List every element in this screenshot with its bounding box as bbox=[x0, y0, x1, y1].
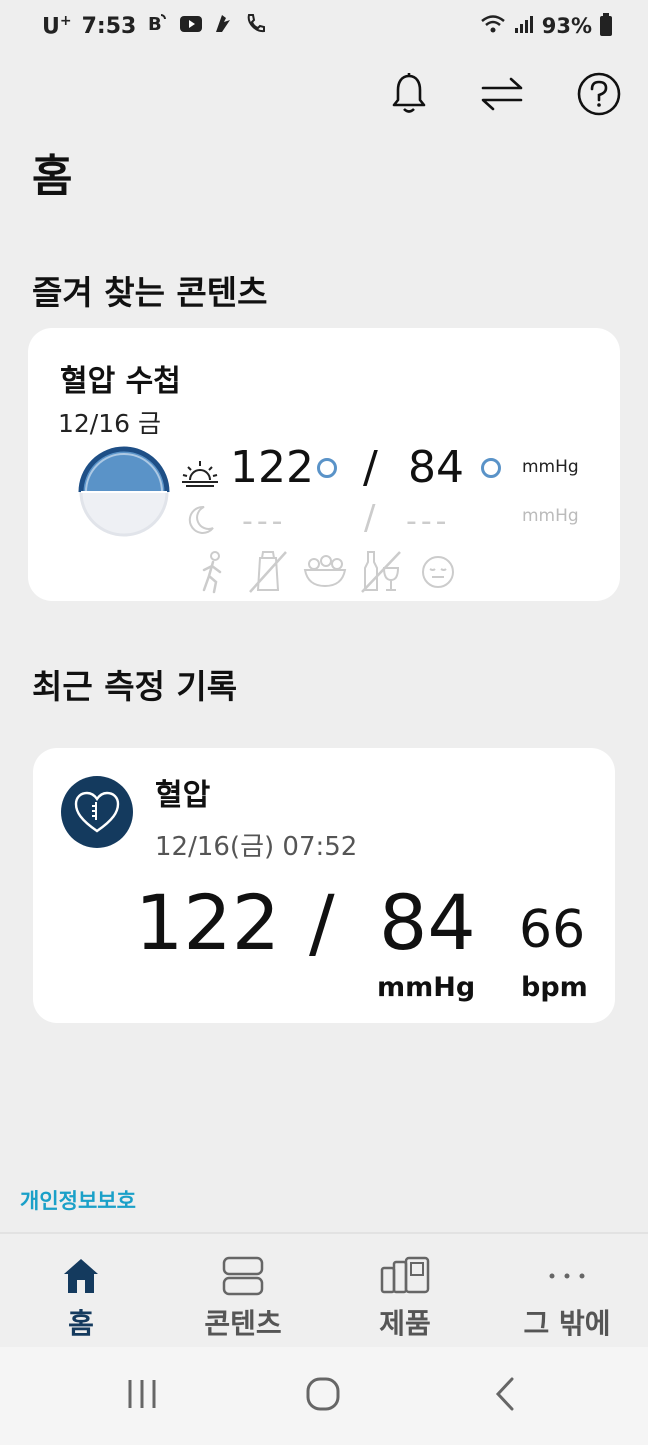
products-icon bbox=[380, 1254, 430, 1298]
recent-systolic: 122 bbox=[135, 878, 281, 967]
no-salt-icon bbox=[246, 548, 290, 598]
signal-icon bbox=[514, 14, 534, 39]
home-circle-icon bbox=[306, 1377, 340, 1411]
food-icon bbox=[302, 552, 348, 596]
sync-icon bbox=[481, 77, 523, 111]
battery-text: 93% bbox=[541, 14, 592, 38]
moon-icon bbox=[186, 504, 216, 540]
recent-apps-button[interactable] bbox=[126, 1377, 158, 1415]
no-alcohol-icon bbox=[358, 548, 404, 598]
privacy-link[interactable]: 개인정보보호 bbox=[20, 1185, 136, 1215]
system-navigation-bar bbox=[0, 1347, 648, 1445]
help-icon bbox=[577, 72, 621, 116]
recent-separator: / bbox=[309, 878, 335, 967]
bottom-navigation: 홈 콘텐츠 제품 그 밖에 bbox=[0, 1232, 648, 1347]
evening-systolic: --- bbox=[242, 504, 287, 539]
bp-unit: mmHg bbox=[377, 972, 476, 1003]
recent-section-title: 최근 측정 기록 bbox=[32, 667, 238, 706]
morning-separator: / bbox=[363, 442, 378, 493]
contents-icon bbox=[222, 1254, 264, 1298]
pulse-unit: bpm bbox=[521, 972, 588, 1003]
nav-contents[interactable]: 콘텐츠 bbox=[162, 1234, 324, 1349]
mood-icon bbox=[420, 554, 456, 594]
card-date: 12/16 금 bbox=[58, 409, 161, 438]
battery-icon bbox=[600, 13, 612, 36]
help-button[interactable] bbox=[573, 68, 625, 120]
sync-button[interactable] bbox=[476, 68, 528, 120]
morning-diastolic: 84 bbox=[408, 442, 464, 493]
call-icon bbox=[244, 12, 266, 40]
measurement-name: 혈압 bbox=[155, 778, 211, 813]
page-title: 홈 bbox=[32, 151, 73, 202]
evening-diastolic: --- bbox=[406, 504, 451, 539]
youtube-icon bbox=[180, 14, 203, 39]
morning-systolic-marker bbox=[317, 458, 337, 478]
nav-more-label: 그 밖에 bbox=[523, 1307, 611, 1340]
back-button[interactable] bbox=[492, 1376, 518, 1416]
morning-systolic: 122 bbox=[230, 442, 314, 493]
measurement-datetime: 12/16(금) 07:52 bbox=[155, 832, 358, 862]
bell-icon bbox=[392, 73, 426, 113]
svg-text:B: B bbox=[148, 14, 162, 35]
evening-unit: mmHg bbox=[522, 506, 579, 526]
recent-diastolic: 84 bbox=[379, 878, 476, 967]
favorites-section-title: 즐겨 찾는 콘텐츠 bbox=[32, 273, 268, 312]
nav-products-label: 제품 bbox=[379, 1307, 431, 1340]
morning-unit: mmHg bbox=[522, 457, 579, 477]
bp-gauge-icon bbox=[78, 446, 170, 542]
more-icon bbox=[547, 1254, 587, 1298]
status-bar-left: U+ 7:53 B bbox=[42, 10, 266, 42]
card-title: 혈압 수첩 bbox=[60, 364, 181, 399]
back-icon bbox=[495, 1377, 514, 1411]
morning-diastolic-marker bbox=[481, 458, 501, 478]
pulse-value: 66 bbox=[519, 900, 586, 960]
nav-home-label: 홈 bbox=[68, 1307, 94, 1340]
exercise-icon bbox=[198, 550, 228, 598]
blood-pressure-heart-icon bbox=[61, 776, 133, 852]
home-icon bbox=[61, 1254, 101, 1298]
status-bar-right: 93% bbox=[480, 10, 612, 42]
nav-contents-label: 콘텐츠 bbox=[204, 1307, 282, 1340]
evening-separator: / bbox=[364, 498, 376, 538]
nav-home[interactable]: 홈 bbox=[0, 1234, 162, 1349]
wifi-icon bbox=[480, 14, 506, 39]
nav-more[interactable]: 그 밖에 bbox=[486, 1234, 648, 1349]
b-app-icon: B bbox=[146, 11, 170, 41]
bp-diary-card[interactable]: 혈압 수첩 12/16 금 122 / 84 mmHg --- / --- mm… bbox=[28, 328, 620, 601]
recent-measurement-card[interactable]: 혈압 12/16(금) 07:52 122 / 84 mmHg 66 bpm bbox=[33, 748, 615, 1023]
carrier-label: U+ bbox=[42, 12, 72, 40]
notification-button[interactable] bbox=[383, 68, 435, 120]
status-time: 7:53 bbox=[81, 13, 137, 39]
nav-products[interactable]: 제품 bbox=[324, 1234, 486, 1349]
sunrise-icon bbox=[180, 458, 220, 492]
recent-apps-icon bbox=[128, 1380, 156, 1408]
home-system-button[interactable] bbox=[305, 1376, 341, 1416]
app-notification-icon bbox=[212, 12, 234, 40]
